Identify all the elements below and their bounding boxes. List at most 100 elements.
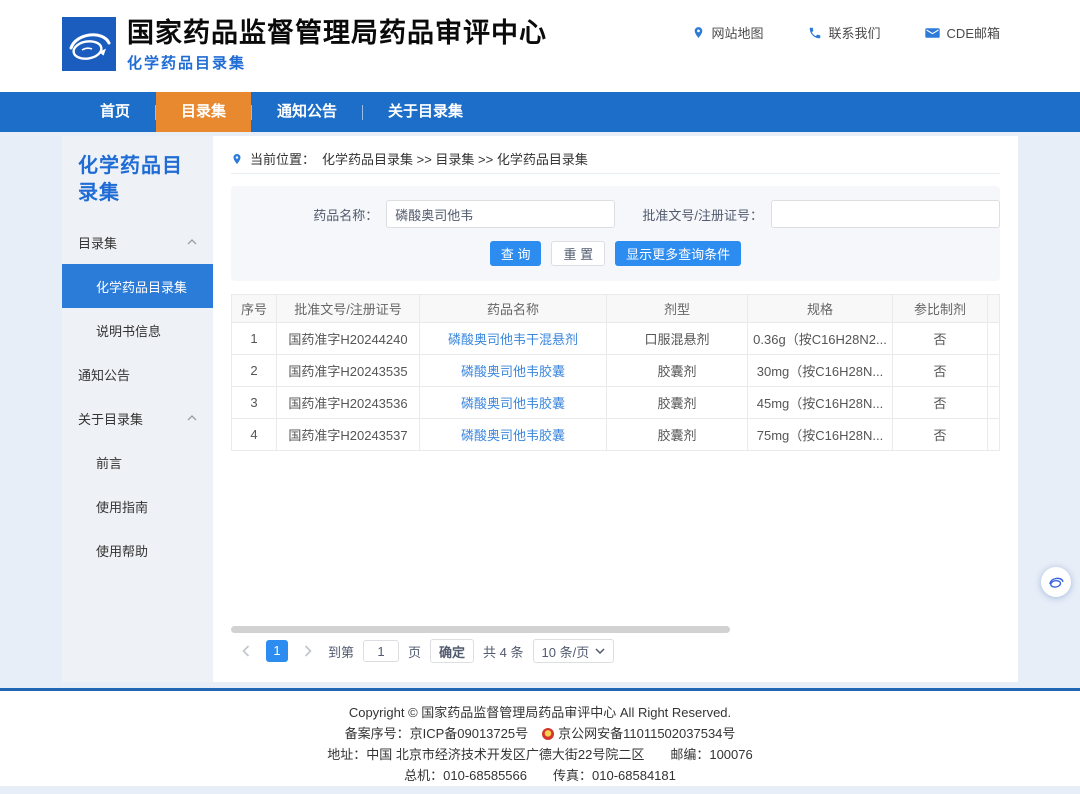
main-nav: 首页 目录集 通知公告 关于目录集: [0, 92, 1080, 132]
cde-logo-icon: [62, 17, 116, 71]
site-header: 国家药品监督管理局药品审评中心 化学药品目录集 网站地图 联系我们 CDE邮箱: [0, 0, 1080, 92]
sidebar: 化学药品目录集 目录集 化学药品目录集 说明书信息 通知公告 关于目录集 前言 …: [62, 136, 213, 682]
total-count-label: 共 4 条: [483, 642, 523, 661]
cde-swirl-icon: [1047, 573, 1065, 591]
security-number[interactable]: 京公网安备11011502037534号: [558, 726, 735, 741]
cell-clipped: [988, 419, 1000, 451]
page-size-select[interactable]: 10 条/页: [533, 639, 615, 663]
chevron-down-icon: [595, 648, 605, 654]
sidebar-item-help[interactable]: 使用帮助: [62, 528, 213, 572]
sidebar-title: 化学药品目录集: [62, 136, 213, 207]
approval-number-input[interactable]: [771, 200, 1000, 228]
cell-clipped: [988, 387, 1000, 419]
sidebar-item-preface[interactable]: 前言: [62, 440, 213, 484]
floating-cde-button[interactable]: [1041, 567, 1071, 597]
table-row: 1 国药准字H20244240 磷酸奥司他韦干混悬剂 口服混悬剂 0.36g（按…: [232, 323, 1000, 355]
pagination: 1 到第 页 确定 共 4 条 10 条/页: [231, 636, 1000, 666]
col-reference-product: 参比制剂: [893, 295, 988, 323]
sidebar-item-user-guide[interactable]: 使用指南: [62, 484, 213, 528]
sidebar-group-label: 目录集: [78, 233, 117, 252]
drug-name-link[interactable]: 磷酸奥司他韦胶囊: [461, 428, 565, 443]
sidebar-group-catalog[interactable]: 目录集: [62, 220, 213, 264]
search-buttons: 查 询 重 置 显示更多查询条件: [231, 241, 1000, 266]
col-clipped: [988, 295, 1000, 323]
query-button[interactable]: 查 询: [490, 241, 542, 266]
map-pin-icon: [692, 25, 705, 40]
drug-name-link[interactable]: 磷酸奥司他韦干混悬剂: [448, 332, 578, 347]
approval-number-label: 批准文号/注册证号：: [637, 205, 763, 224]
breadcrumb-path: 化学药品目录集 >> 目录集 >> 化学药品目录集: [322, 149, 588, 168]
icp-number: 备案序号：京ICP备09013725号: [345, 726, 529, 741]
breadcrumb-prefix: 当前位置：: [250, 149, 315, 168]
contact-link[interactable]: 联系我们: [808, 23, 881, 42]
cell-reference-product: 否: [893, 419, 988, 451]
col-index: 序号: [232, 295, 277, 323]
main-panel: 当前位置： 化学药品目录集 >> 目录集 >> 化学药品目录集 药品名称： 批准…: [213, 136, 1018, 682]
col-dosage-form: 剂型: [607, 295, 748, 323]
col-drug-name: 药品名称: [420, 295, 607, 323]
goto-confirm-button[interactable]: 确定: [430, 639, 474, 663]
cell-approval-number: 国药准字H20243537: [277, 419, 420, 451]
nav-item-about[interactable]: 关于目录集: [363, 92, 488, 132]
address-line: 地址：中国 北京市经济技术开发区广德大街22号院二区邮编：100076: [0, 744, 1080, 765]
horizontal-scrollbar: [231, 626, 999, 633]
cell-index: 3: [232, 387, 277, 419]
goto-page-input[interactable]: [363, 640, 399, 662]
site-footer: Copyright © 国家药品监督管理局药品审评中心 All Right Re…: [0, 691, 1080, 786]
contact-line: 总机：010-68585566传真：010-68584181: [0, 765, 1080, 786]
cell-reference-product: 否: [893, 387, 988, 419]
page-size-value: 10 条/页: [542, 642, 590, 661]
cell-specification: 30mg（按C16H28N...: [748, 355, 893, 387]
content-wrapper: 化学药品目录集 目录集 化学药品目录集 说明书信息 通知公告 关于目录集 前言 …: [62, 136, 1018, 682]
table-header-row: 序号 批准文号/注册证号 药品名称 剂型 规格 参比制剂: [232, 295, 1000, 323]
cell-reference-product: 否: [893, 355, 988, 387]
cell-index: 2: [232, 355, 277, 387]
drug-name-link[interactable]: 磷酸奥司他韦胶囊: [461, 396, 565, 411]
more-conditions-button[interactable]: 显示更多查询条件: [615, 241, 741, 266]
cell-approval-number: 国药准字H20244240: [277, 323, 420, 355]
site-title: 国家药品监督管理局药品审评中心: [127, 18, 547, 48]
postcode-text: 邮编：100076: [670, 747, 752, 762]
sidebar-group-label: 关于目录集: [78, 409, 143, 428]
sidebar-group-label: 通知公告: [78, 365, 130, 384]
public-security-emblem-icon: [542, 728, 554, 740]
next-page-button[interactable]: [297, 640, 319, 662]
sidebar-item-label-info[interactable]: 说明书信息: [62, 308, 213, 352]
cell-dosage-form: 胶囊剂: [607, 387, 748, 419]
nav-item-catalog[interactable]: 目录集: [156, 92, 251, 132]
drug-name-label: 药品名称：: [231, 205, 378, 224]
cell-approval-number: 国药准字H20243535: [277, 355, 420, 387]
drug-name-link[interactable]: 磷酸奥司他韦胶囊: [461, 364, 565, 379]
header-links: 网站地图 联系我们 CDE邮箱: [692, 23, 1000, 42]
results-table: 序号 批准文号/注册证号 药品名称 剂型 规格 参比制剂 1 国药准字H2024…: [231, 294, 1000, 451]
cell-clipped: [988, 323, 1000, 355]
sitemap-link[interactable]: 网站地图: [692, 23, 764, 42]
drug-name-input[interactable]: [386, 200, 615, 228]
cell-dosage-form: 胶囊剂: [607, 355, 748, 387]
goto-page-label: 到第: [328, 642, 354, 661]
nav-item-home[interactable]: 首页: [75, 92, 155, 132]
sidebar-menu: 目录集 化学药品目录集 说明书信息 通知公告 关于目录集 前言 使用指南 使用帮…: [62, 220, 213, 572]
mailbox-link[interactable]: CDE邮箱: [925, 23, 1000, 42]
contact-label: 联系我们: [829, 23, 881, 42]
breadcrumb: 当前位置： 化学药品目录集 >> 目录集 >> 化学药品目录集: [231, 144, 1000, 174]
prev-page-button[interactable]: [235, 640, 257, 662]
cell-approval-number: 国药准字H20243536: [277, 387, 420, 419]
page-number-current[interactable]: 1: [266, 640, 288, 662]
site-subtitle: 化学药品目录集: [127, 52, 547, 73]
reset-button[interactable]: 重 置: [551, 241, 605, 266]
cell-specification: 45mg（按C16H28N...: [748, 387, 893, 419]
mail-icon: [925, 27, 940, 39]
cell-specification: 0.36g（按C16H28N2...: [748, 323, 893, 355]
page-unit-label: 页: [408, 642, 421, 661]
chevron-up-icon: [187, 415, 197, 421]
col-approval-number: 批准文号/注册证号: [277, 295, 420, 323]
search-panel: 药品名称： 批准文号/注册证号： 查 询 重 置 显示更多查询条件: [231, 186, 1000, 281]
registration-line: 备案序号：京ICP备09013725号 京公网安备11011502037534号: [0, 723, 1080, 744]
sidebar-group-about[interactable]: 关于目录集: [62, 396, 213, 440]
sidebar-item-chemical-catalog[interactable]: 化学药品目录集: [62, 264, 213, 308]
nav-item-notices[interactable]: 通知公告: [252, 92, 362, 132]
scrollbar-thumb[interactable]: [231, 626, 730, 633]
brand-block: 国家药品监督管理局药品审评中心 化学药品目录集: [127, 18, 547, 73]
sidebar-group-notices[interactable]: 通知公告: [62, 352, 213, 396]
